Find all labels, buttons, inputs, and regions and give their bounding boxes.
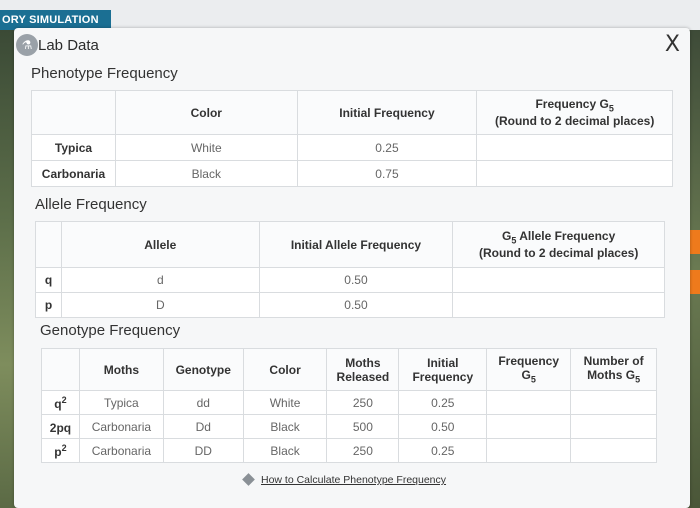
genotype-header-initial: Initial Frequency — [398, 348, 488, 391]
phenotype-header-g5: Frequency G5 (Round to 2 decimal places) — [476, 90, 673, 135]
table-row: q2 Typica dd White 250 0.25 — [41, 390, 657, 415]
cell-initial: 0.50 — [398, 414, 488, 439]
input-number-g5-DD[interactable] — [570, 438, 657, 463]
close-button[interactable]: X — [665, 32, 680, 57]
cell-moths: Carbonaria — [78, 414, 164, 439]
genotype-header-moths: Moths — [78, 348, 164, 391]
row-label: q2 — [41, 390, 80, 415]
allele-table: Allele Initial Allele Frequency G5 Allel… — [35, 221, 665, 318]
allele-header-allele: Allele — [60, 221, 260, 268]
cell-genotype: Dd — [162, 414, 244, 439]
cell-color: White — [114, 134, 298, 161]
cell-initial: 0.75 — [296, 160, 478, 187]
how-to-calculate-link[interactable]: How to Calculate Phenotype Frequency — [242, 472, 446, 486]
cell-color: Black — [114, 160, 298, 187]
cell-allele: D — [60, 292, 260, 318]
cell-initial: 0.25 — [398, 438, 488, 463]
cell-moths: Carbonaria — [78, 438, 164, 463]
flask-icon: ⚗ — [16, 34, 38, 56]
cell-initial: 0.50 — [258, 267, 454, 293]
lab-data-dialog: ⚗ Lab Data X Phenotype Frequency Color I… — [14, 28, 690, 508]
cell-color: White — [242, 390, 328, 415]
row-label: p2 — [41, 438, 80, 463]
input-g5-q[interactable] — [452, 267, 665, 293]
input-g5-p[interactable] — [452, 292, 665, 318]
table-row: Typica White 0.25 — [31, 134, 673, 161]
table-row: p2 Carbonaria DD Black 250 0.25 — [41, 438, 657, 463]
row-label: Typica — [31, 134, 116, 161]
tag-icon — [242, 472, 255, 486]
dialog-title: Lab Data — [38, 37, 99, 54]
phenotype-header-blank — [31, 90, 116, 135]
cell-genotype: dd — [162, 390, 244, 415]
allele-section-title: Allele Frequency — [35, 196, 147, 213]
simulation-tab[interactable]: ORY SIMULATION — [0, 10, 111, 30]
genotype-header-released: Moths Released — [326, 348, 400, 391]
cell-allele: d — [60, 267, 260, 293]
genotype-header-color: Color — [242, 348, 328, 391]
phenotype-section-title: Phenotype Frequency — [31, 65, 178, 82]
phenotype-table: Color Initial Frequency Frequency G5 (Rou… — [31, 90, 673, 187]
row-label: 2pq — [41, 414, 80, 439]
genotype-header-number-g5: Number of Moths G5 — [570, 348, 657, 391]
table-row: Carbonaria Black 0.75 — [31, 160, 673, 187]
genotype-header-blank — [41, 348, 80, 391]
input-frequency-g5-DD[interactable] — [486, 438, 572, 463]
input-frequency-g5-dd[interactable] — [486, 390, 572, 415]
cell-color: Black — [242, 438, 328, 463]
table-row: q d 0.50 — [35, 267, 665, 293]
input-g5-typica[interactable] — [476, 134, 673, 161]
genotype-header-frequency-g5: Frequency G5 — [486, 348, 572, 391]
genotype-table: Moths Genotype Color Moths Released Initi… — [41, 348, 657, 463]
cell-released: 250 — [326, 438, 400, 463]
phenotype-header-initial: Initial Frequency — [296, 90, 478, 135]
allele-header-initial: Initial Allele Frequency — [258, 221, 454, 268]
allele-header-blank — [35, 221, 62, 268]
genotype-section-title: Genotype Frequency — [40, 322, 181, 339]
input-g5-carbonaria[interactable] — [476, 160, 673, 187]
genotype-header-genotype: Genotype — [162, 348, 244, 391]
cell-genotype: DD — [162, 438, 244, 463]
cell-initial: 0.25 — [398, 390, 488, 415]
cell-color: Black — [242, 414, 328, 439]
input-number-g5-Dd[interactable] — [570, 414, 657, 439]
row-label: q — [35, 267, 62, 293]
table-row: 2pq Carbonaria Dd Black 500 0.50 — [41, 414, 657, 439]
input-frequency-g5-Dd[interactable] — [486, 414, 572, 439]
cell-released: 500 — [326, 414, 400, 439]
allele-header-g5: G5 Allele Frequency (Round to 2 decimal p… — [452, 221, 665, 268]
row-label: Carbonaria — [31, 160, 116, 187]
cell-released: 250 — [326, 390, 400, 415]
cell-initial: 0.50 — [258, 292, 454, 318]
table-row: p D 0.50 — [35, 292, 665, 318]
input-number-g5-dd[interactable] — [570, 390, 657, 415]
cell-initial: 0.25 — [296, 134, 478, 161]
row-label: p — [35, 292, 62, 318]
cell-moths: Typica — [78, 390, 164, 415]
phenotype-header-color: Color — [114, 90, 298, 135]
